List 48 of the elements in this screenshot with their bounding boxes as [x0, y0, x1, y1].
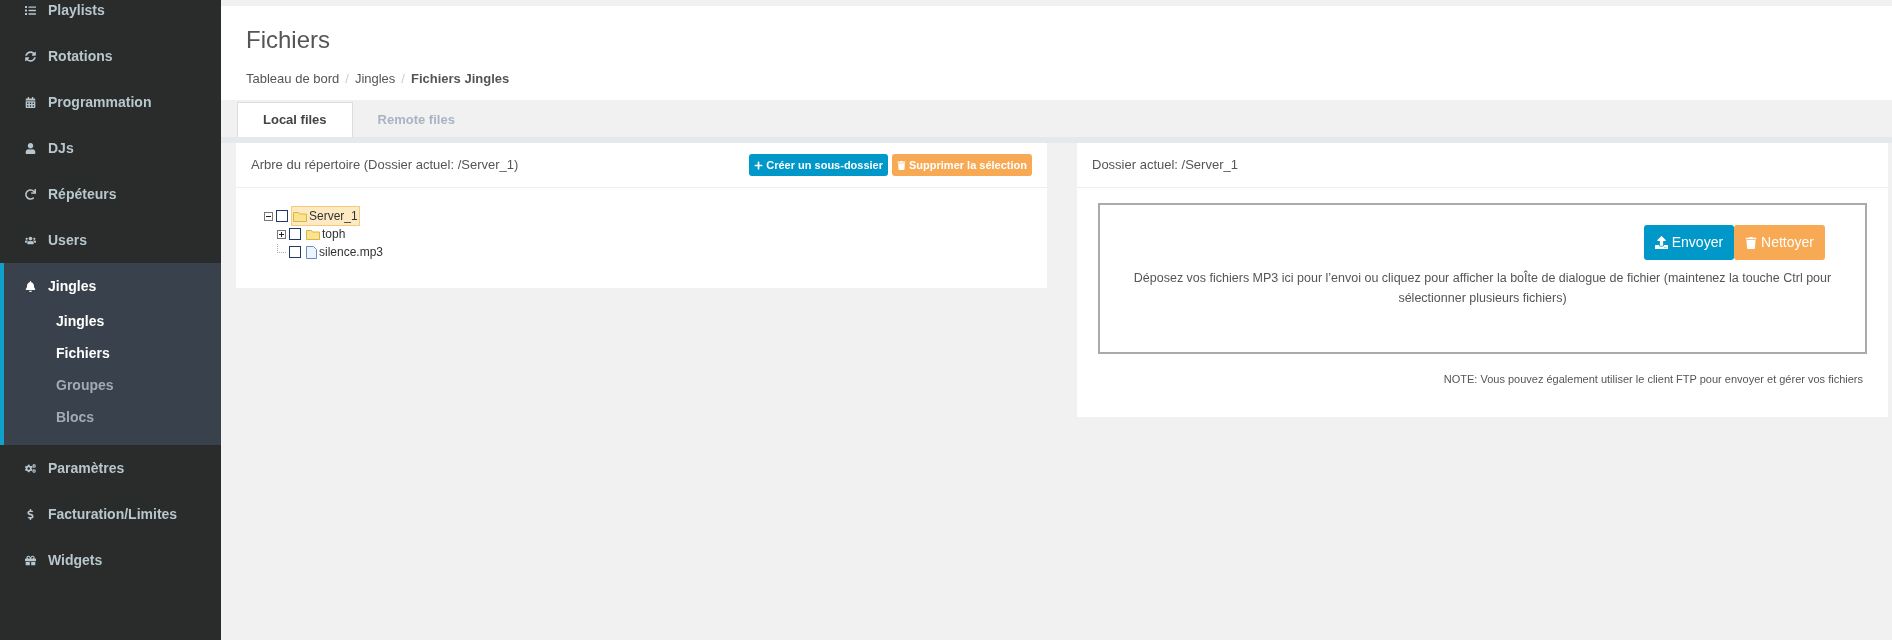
collapse-icon[interactable]: [264, 211, 273, 221]
sidebar-item[interactable]: DJs: [4, 125, 221, 171]
list-icon: [25, 4, 36, 16]
gears-icon: [25, 462, 36, 474]
sidebar-item[interactable]: Répéteurs: [4, 171, 221, 217]
sidebar-subitem[interactable]: Groupes: [4, 369, 221, 401]
expand-icon[interactable]: [277, 229, 286, 239]
trash-icon: [1745, 236, 1758, 249]
checkbox[interactable]: [276, 210, 288, 222]
file-icon: [306, 245, 317, 259]
ftp-note: NOTE: Vous pouvez également utiliser le client FTP pour envoyer et gérer vos fichiers: [1442, 372, 1864, 387]
dropzone-text: Déposez vos fichiers MP3 ici pour l’envoi ou cliquez pour afficher la boÎte de dialogue de fichier (maintenez la touche Ctrl pour sélectionner plusieurs fichiers): [1132, 269, 1833, 307]
breadcrumb-item[interactable]: Tableau de bord: [246, 69, 340, 89]
sidebar-item[interactable]: Facturation/Limites: [4, 491, 221, 537]
dollar-icon: [25, 508, 36, 520]
panel-title: Arbre du répertoire (Dossier actuel: /Server_1): [251, 156, 519, 175]
folder-icon: [306, 228, 320, 240]
user-icon: [25, 142, 36, 154]
trash-icon: [897, 160, 906, 170]
plus-icon: [754, 160, 764, 170]
refresh-icon: [25, 50, 36, 62]
users-icon: [25, 234, 36, 246]
breadcrumb-separator: /: [344, 70, 350, 88]
sidebar-subitem[interactable]: Fichiers: [4, 337, 221, 369]
upload-icon: [1654, 236, 1668, 249]
checkbox[interactable]: [289, 228, 301, 240]
breadcrumb-item: Fichiers Jingles: [410, 70, 510, 88]
page-title: Fichiers: [246, 28, 331, 52]
gift-icon: [25, 554, 36, 566]
tree-node[interactable]: toph: [304, 224, 348, 244]
tree-node[interactable]: silence.mp3: [304, 242, 386, 262]
sidebar-subitem[interactable]: Blocs: [4, 401, 221, 433]
folder-icon: [293, 210, 307, 222]
sidebar-item[interactable]: Widgets: [4, 537, 221, 583]
bell-icon: [25, 280, 36, 292]
sidebar-item[interactable]: Rotations: [4, 33, 221, 79]
checkbox[interactable]: [289, 246, 301, 258]
breadcrumb-separator: /: [400, 70, 406, 88]
sidebar-item[interactable]: Users: [4, 217, 221, 263]
tab[interactable]: Local files: [237, 102, 353, 137]
calendar-icon: [25, 96, 36, 108]
sidebar-item[interactable]: Paramètres: [4, 445, 221, 491]
sidebar-item[interactable]: Playlists: [4, 0, 221, 33]
breadcrumb-item[interactable]: Jingles: [354, 69, 396, 89]
sidebar-item[interactable]: Programmation: [4, 79, 221, 125]
tree-node[interactable]: Server_1: [291, 206, 360, 226]
panel-title: Dossier actuel: /Server_1: [1092, 156, 1238, 175]
redo-icon: [25, 188, 36, 200]
